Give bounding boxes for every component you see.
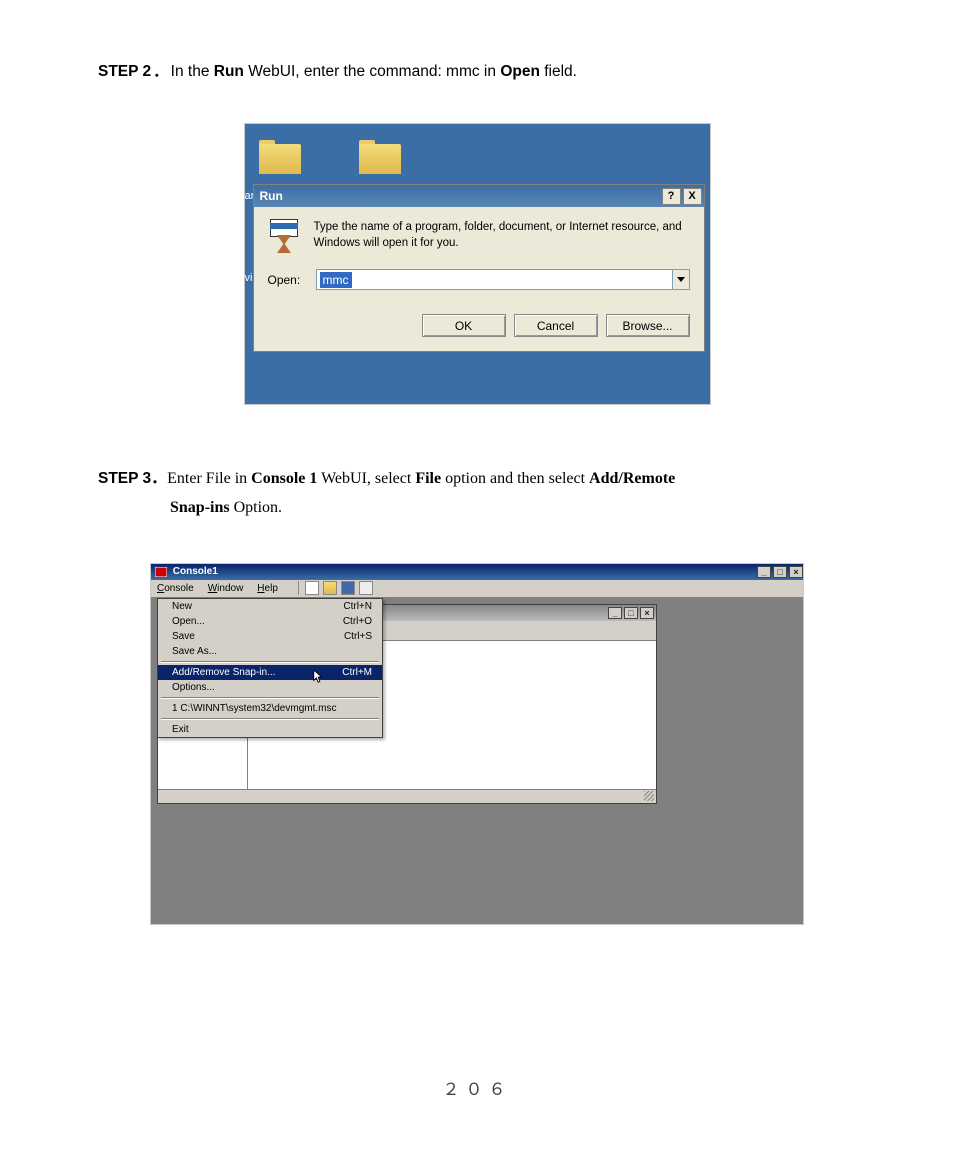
menu-item-save-as[interactable]: Save As... bbox=[158, 644, 382, 659]
minimize-button[interactable]: _ bbox=[757, 566, 771, 578]
menubar: Console Window Help bbox=[151, 580, 803, 598]
folder-icon bbox=[259, 140, 301, 174]
menu-console[interactable]: Console bbox=[157, 583, 194, 594]
menu-window[interactable]: Window bbox=[208, 583, 244, 594]
step3-label: STEP 3 bbox=[98, 470, 151, 487]
console-titlebar[interactable]: Console1 _ □ × bbox=[151, 564, 803, 580]
step2-label: STEP 2 bbox=[98, 63, 151, 80]
close-button[interactable]: × bbox=[640, 607, 654, 619]
desktop-label-fragment: vi bbox=[245, 272, 253, 284]
minimize-button[interactable]: _ bbox=[608, 607, 622, 619]
menu-item-add-remove-snapin[interactable]: Add/Remove Snap-in...Ctrl+M bbox=[158, 665, 382, 680]
cancel-button[interactable]: Cancel bbox=[514, 314, 598, 337]
menu-help[interactable]: Help bbox=[257, 583, 278, 594]
menu-item-new[interactable]: NewCtrl+N bbox=[158, 599, 382, 614]
dialog-description: Type the name of a program, folder, docu… bbox=[314, 219, 690, 255]
console-menu-dropdown: NewCtrl+N Open...Ctrl+O SaveCtrl+S Save … bbox=[157, 598, 383, 738]
run-dialog-window: Run ? X Type the name of a program, fold… bbox=[253, 184, 705, 352]
run-icon bbox=[268, 219, 304, 255]
menu-item-save[interactable]: SaveCtrl+S bbox=[158, 629, 382, 644]
open-label: Open: bbox=[268, 273, 316, 287]
screenshot-run-dialog: ar vi Run ? X Type the name of a program… bbox=[244, 123, 711, 405]
open-combobox[interactable]: mmc bbox=[316, 269, 690, 290]
dialog-titlebar[interactable]: Run ? X bbox=[254, 185, 704, 207]
menu-item-options[interactable]: Options... bbox=[158, 680, 382, 695]
maximize-button[interactable]: □ bbox=[773, 566, 787, 578]
close-button[interactable]: × bbox=[789, 566, 803, 578]
menu-item-exit[interactable]: Exit bbox=[158, 722, 382, 737]
new-icon[interactable] bbox=[305, 581, 319, 595]
folder-icon bbox=[359, 140, 401, 174]
dialog-title: Run bbox=[260, 189, 283, 203]
menu-item-recent-file[interactable]: 1 C:\WINNT\system32\devmgmt.msc bbox=[158, 701, 382, 716]
screenshot-console1: Console1 _ □ × Console Window Help _ □ bbox=[150, 563, 804, 925]
status-bar bbox=[158, 789, 656, 803]
open-icon[interactable] bbox=[323, 581, 337, 595]
save-icon[interactable] bbox=[341, 581, 355, 595]
help-button[interactable]: ? bbox=[662, 188, 681, 205]
maximize-button[interactable]: □ bbox=[624, 607, 638, 619]
open-value: mmc bbox=[320, 272, 352, 288]
step-2-text: STEP 2．In the Run WebUI, enter the comma… bbox=[98, 60, 856, 83]
menu-item-open[interactable]: Open...Ctrl+O bbox=[158, 614, 382, 629]
step2-dot: ． bbox=[153, 63, 169, 80]
step-3-text: STEP 3．Enter File in Console 1 WebUI, se… bbox=[98, 465, 856, 523]
browse-button[interactable]: Browse... bbox=[606, 314, 690, 337]
tool-icon[interactable] bbox=[359, 581, 373, 595]
close-button[interactable]: X bbox=[683, 188, 702, 205]
toolbar bbox=[305, 581, 373, 595]
ok-button[interactable]: OK bbox=[422, 314, 506, 337]
console-title-text: Console1 bbox=[155, 566, 218, 577]
dropdown-arrow-icon[interactable] bbox=[672, 270, 689, 289]
page-number: ２０６ bbox=[98, 1075, 856, 1100]
